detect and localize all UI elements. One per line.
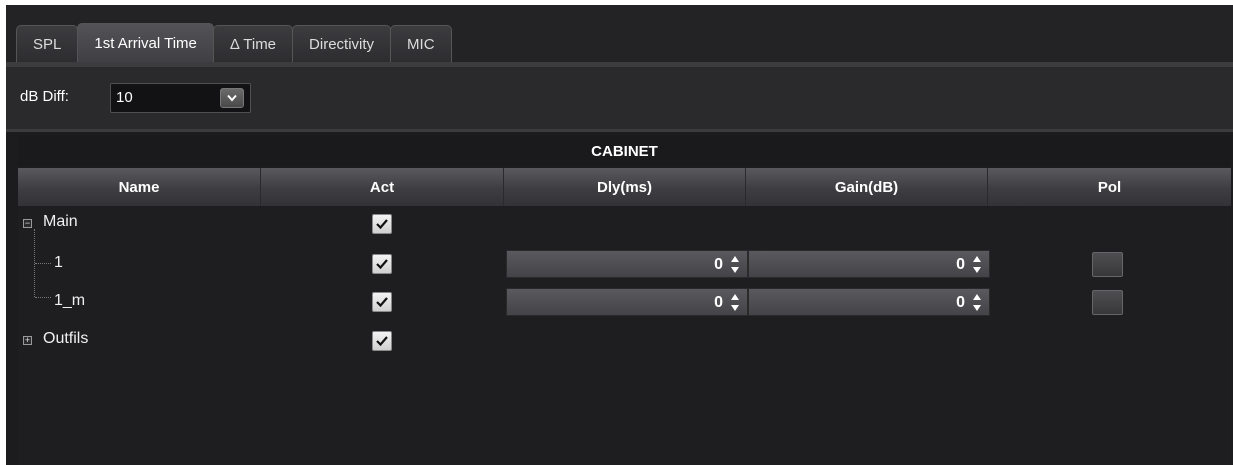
decrement-arrow-icon[interactable] [971,302,983,313]
increment-arrow-icon[interactable] [971,253,983,264]
db-diff-value: 10 [116,89,133,106]
act-checkbox[interactable] [372,254,392,274]
tab-list: SPL 1st Arrival Time Δ Time Directivity … [16,23,452,62]
db-diff-combobox[interactable]: 10 [110,83,251,113]
column-header-gain[interactable]: Gain(dB) [746,168,988,206]
cabinet-tree-table: − Main 1 0 0 1_m 0 0 + Outfils [18,206,1231,465]
db-diff-label: dB Diff: [20,88,69,105]
cabinet-section-title: CABINET [18,136,1231,166]
db-diff-dropdown-button[interactable] [220,88,244,108]
decrement-arrow-icon[interactable] [729,302,741,313]
decrement-arrow-icon[interactable] [971,264,983,275]
table-row-1[interactable]: 1 0 0 [18,248,1231,282]
table-row-1-m[interactable]: 1_m 0 0 [18,286,1231,320]
collapse-toggle-icon[interactable]: − [23,219,32,228]
column-header-pol[interactable]: Pol [988,168,1231,206]
tab-directivity[interactable]: Directivity [292,25,392,62]
column-header-name[interactable]: Name [18,168,261,206]
act-checkbox[interactable] [372,292,392,312]
chevron-down-icon [227,94,237,102]
checkmark-icon [376,336,388,347]
increment-arrow-icon[interactable] [729,253,741,264]
app-window: SPL 1st Arrival Time Δ Time Directivity … [6,5,1233,465]
column-header-act[interactable]: Act [261,168,504,206]
delay-spin-buttons [729,253,741,275]
tab-mic[interactable]: MIC [390,25,452,62]
checkmark-icon [376,219,388,230]
gain-value: 0 [956,256,965,273]
table-row-main[interactable]: − Main [18,206,1231,240]
table-row-outfils[interactable]: + Outfils [18,324,1231,358]
tab-spl[interactable]: SPL [16,25,79,62]
db-diff-toolbar: dB Diff: 10 [6,67,1233,132]
tab-1st-arrival-time[interactable]: 1st Arrival Time [77,23,214,62]
gain-spinbox[interactable]: 0 [748,288,990,316]
act-checkbox[interactable] [372,214,392,234]
increment-arrow-icon[interactable] [971,291,983,302]
row-name: 1_m [54,292,86,309]
polarity-toggle[interactable] [1092,290,1123,315]
tab-bar: SPL 1st Arrival Time Δ Time Directivity … [6,5,1233,67]
decrement-arrow-icon[interactable] [729,264,741,275]
gain-spin-buttons [971,253,983,275]
increment-arrow-icon[interactable] [729,291,741,302]
row-name: Outfils [43,330,89,347]
polarity-toggle[interactable] [1092,252,1123,277]
column-header-dly[interactable]: Dly(ms) [504,168,746,206]
checkmark-icon [376,259,388,270]
row-name: 1 [54,254,63,271]
delay-spinbox[interactable]: 0 [506,288,748,316]
delay-value: 0 [714,294,723,311]
table-header-row: Name Act Dly(ms) Gain(dB) Pol [18,168,1231,206]
delay-spinbox[interactable]: 0 [506,250,748,278]
act-checkbox[interactable] [372,331,392,351]
delay-spin-buttons [729,291,741,313]
checkmark-icon [376,297,388,308]
gain-value: 0 [956,294,965,311]
tab-delta-time[interactable]: Δ Time [212,25,294,62]
row-name: Main [43,213,78,230]
expand-toggle-icon[interactable]: + [23,336,32,345]
delay-value: 0 [714,256,723,273]
gain-spin-buttons [971,291,983,313]
gain-spinbox[interactable]: 0 [748,250,990,278]
